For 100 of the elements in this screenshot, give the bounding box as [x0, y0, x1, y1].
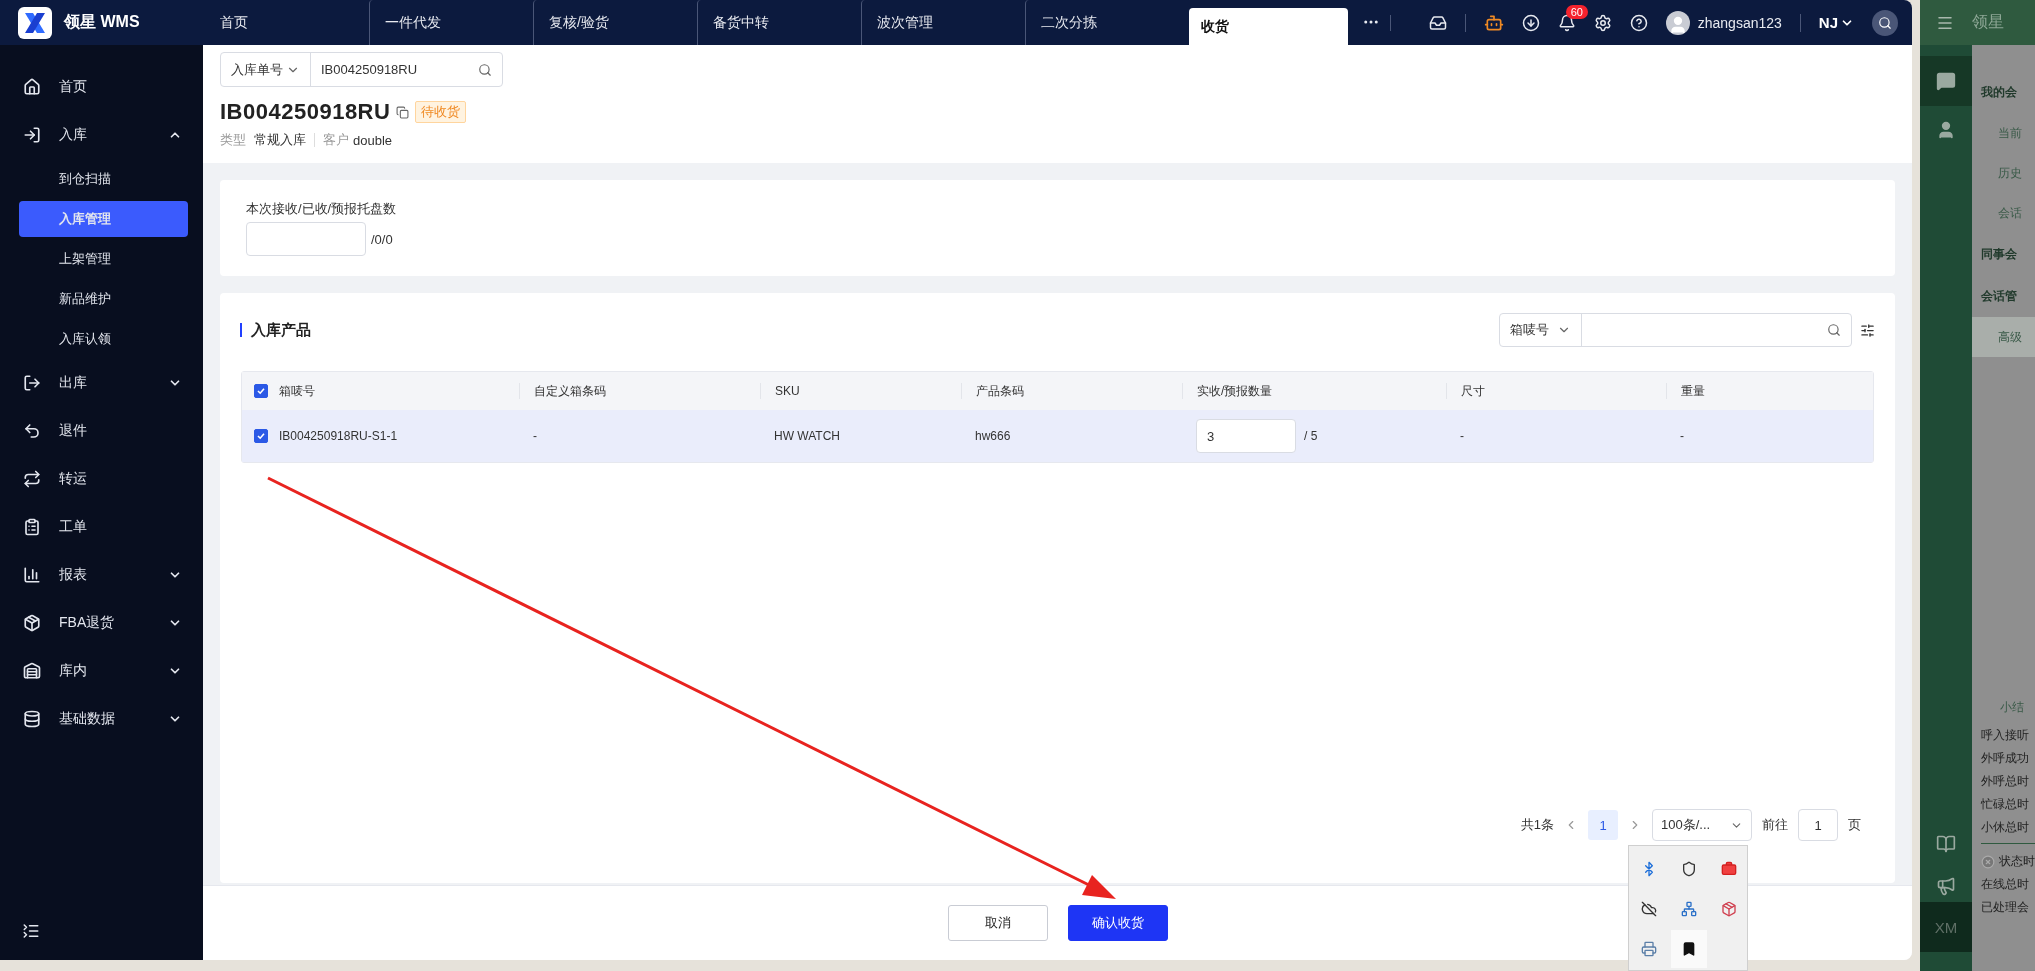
- type-value: 常规入库: [254, 131, 306, 149]
- total-count: 共1条: [1520, 816, 1554, 834]
- check-icon: [255, 386, 266, 396]
- menu-item-icon: [23, 78, 41, 96]
- pallet-input[interactable]: [246, 222, 366, 256]
- column-header: SKU: [775, 384, 800, 398]
- page-suffix: 页: [1848, 816, 1861, 834]
- help-icon[interactable]: [1629, 13, 1648, 32]
- summary-line: 忙碌总时: [1981, 796, 2030, 813]
- sidebar-item[interactable]: 工单: [18, 503, 188, 551]
- user-name[interactable]: zhangsan123: [1697, 14, 1782, 31]
- sidebar-subitem[interactable]: 到仓扫描: [19, 161, 188, 197]
- megaphone-icon[interactable]: [1936, 876, 1956, 896]
- checkbox[interactable]: [253, 384, 268, 398]
- page-button[interactable]: 1: [1588, 810, 1618, 840]
- sidebar-item[interactable]: 转运: [18, 455, 188, 503]
- summary-line: 外呼总时: [1981, 773, 2030, 790]
- chat-logo: 领星: [1972, 12, 2004, 32]
- sidebar-item[interactable]: 入库: [18, 111, 188, 159]
- check-icon: [255, 431, 266, 441]
- warehouse-selector[interactable]: NJ: [1818, 14, 1854, 31]
- search-icon: [1878, 15, 1892, 30]
- chat-menu-item[interactable]: 会话管: [1972, 275, 2035, 317]
- sidebar-item[interactable]: FBA退货: [18, 599, 188, 647]
- download-icon[interactable]: [1521, 13, 1540, 32]
- settings-icon[interactable]: [1593, 13, 1612, 32]
- cloud-icon[interactable]: [1641, 901, 1657, 917]
- quantity-field[interactable]: 3: [1196, 419, 1296, 453]
- bag-icon[interactable]: [1721, 861, 1737, 877]
- checkbox[interactable]: [253, 429, 268, 443]
- person-icon[interactable]: [1936, 120, 1956, 140]
- column-header: 尺寸: [1461, 382, 1485, 400]
- nav-tab[interactable]: 收货: [1189, 8, 1348, 45]
- search-button[interactable]: [1872, 9, 1898, 36]
- nav-tab[interactable]: 首页: [205, 0, 369, 45]
- menu-item-icon: [23, 662, 41, 680]
- shield-icon[interactable]: [1681, 861, 1697, 877]
- sidebar-subitem[interactable]: 入库管理: [19, 201, 188, 237]
- column-header: 自定义箱条码: [534, 382, 606, 400]
- section-title: 入库产品: [240, 323, 311, 337]
- chat-menu-item[interactable]: 我的会: [1972, 71, 2035, 113]
- menu-item-icon: [23, 470, 41, 488]
- menu-item-icon: [23, 566, 41, 584]
- rail-footer: XM: [1920, 902, 1972, 952]
- page-field[interactable]: 1: [1798, 809, 1838, 841]
- logo-icon: [18, 6, 52, 39]
- menu-item-icon: [23, 614, 41, 632]
- table-cell: -: [1460, 429, 1464, 443]
- copy-icon[interactable]: [396, 105, 410, 119]
- table-cell: / 5: [1304, 429, 1318, 443]
- menu-item-icon: [23, 374, 41, 392]
- avatar[interactable]: [1665, 10, 1690, 35]
- sidebar-subitem[interactable]: 入库认领: [19, 321, 188, 357]
- summary-line: 外呼成功: [1981, 750, 2030, 767]
- sidebar-subitem[interactable]: 新品维护: [19, 281, 188, 317]
- cancel-button[interactable]: 取消: [947, 905, 1048, 941]
- column-header: 实收/预报数量: [1197, 382, 1273, 400]
- column-header: 箱唛号: [279, 383, 315, 398]
- brand-name: 领星 WMS: [64, 12, 140, 32]
- column-header: 重量: [1681, 382, 1705, 400]
- menu-item-icon: [23, 710, 41, 728]
- status-line: 状态时: [1999, 853, 2035, 870]
- summary-line: 小休总时: [1981, 819, 2030, 836]
- sidebar-item[interactable]: 出库: [18, 359, 188, 407]
- table-cell: HW WATCH: [774, 429, 840, 443]
- chat-icon[interactable]: [1936, 71, 1956, 91]
- confirm-button[interactable]: 确认收货: [1067, 905, 1168, 941]
- sidebar-subitem[interactable]: 上架管理: [19, 241, 188, 277]
- collapse-icon[interactable]: [22, 922, 40, 940]
- sidebar-item[interactable]: 退件: [18, 407, 188, 455]
- sidebar-item[interactable]: 首页: [18, 63, 188, 111]
- sidebar-item[interactable]: 基础数据: [18, 695, 188, 743]
- pallet-counts: /0/0: [371, 231, 393, 247]
- menu-item-icon: [23, 126, 41, 144]
- inbox-icon[interactable]: [1428, 13, 1447, 32]
- table-cell: -: [533, 429, 537, 443]
- table-cell: hw666: [975, 429, 1011, 443]
- status-line: 已处理会: [1981, 899, 2030, 916]
- table-cell: -: [1680, 429, 1684, 443]
- sidebar-item[interactable]: 报表: [18, 551, 188, 599]
- order-number: IB004250918RU: [220, 99, 391, 125]
- customer-label: 客户: [323, 131, 349, 149]
- table-cell: IB004250918RU-S1-1: [279, 429, 398, 443]
- page-size-select[interactable]: 100条/...: [1652, 809, 1752, 841]
- status-line: 在线总时: [1981, 876, 2030, 893]
- settings-icon[interactable]: [1860, 322, 1875, 338]
- sidebar-item[interactable]: 库内: [18, 647, 188, 695]
- book-icon[interactable]: [1936, 834, 1956, 854]
- menu-item-icon: [23, 422, 41, 440]
- printer-icon[interactable]: [1641, 941, 1657, 957]
- chat-menu-item[interactable]: 同事会: [1972, 233, 2035, 275]
- customer-value: double: [353, 132, 393, 148]
- column-header: 产品条码: [976, 382, 1024, 400]
- network-icon[interactable]: [1681, 901, 1697, 917]
- menu-item-icon: [23, 518, 41, 536]
- chat-menu-item[interactable]: 高级: [1972, 317, 2035, 357]
- bookmark-icon[interactable]: [1681, 941, 1697, 957]
- type-label: 类型: [220, 131, 246, 149]
- box-icon[interactable]: [1721, 901, 1737, 917]
- summary-title: 小结: [1999, 699, 2025, 716]
